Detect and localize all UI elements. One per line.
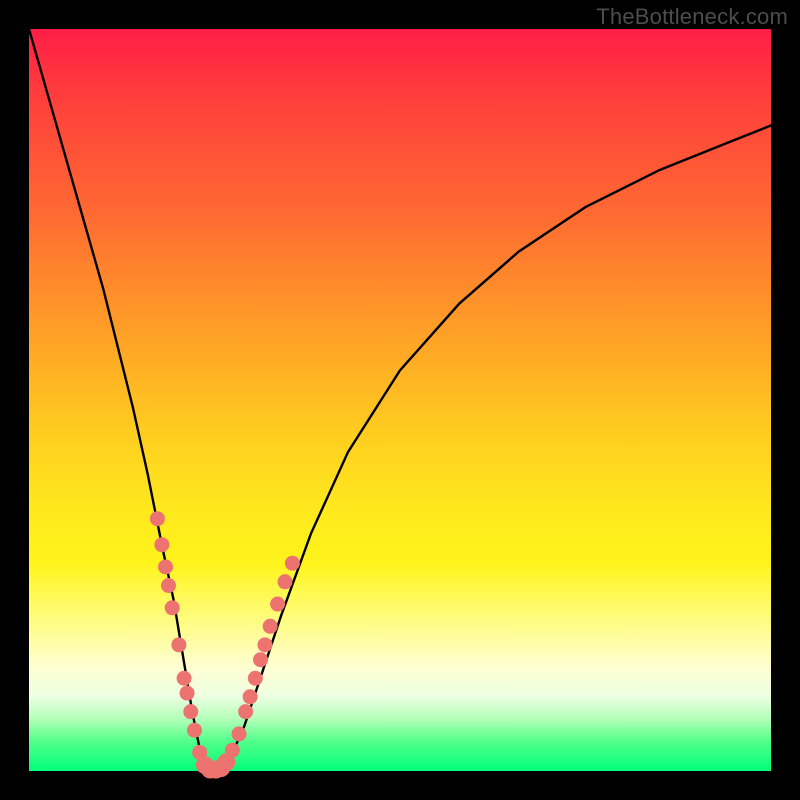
plot-area [29,29,771,771]
curve-marker [150,511,165,526]
curve-marker [154,537,169,552]
curve-marker [270,597,285,612]
bottleneck-curve-svg [29,29,771,771]
curve-marker [243,689,258,704]
curve-marker [187,723,202,738]
watermark-text: TheBottleneck.com [596,4,788,30]
curve-marker [161,578,176,593]
curve-marker [183,704,198,719]
curve-marker [263,619,278,634]
curve-marker [231,726,246,741]
curve-marker [238,704,253,719]
curve-marker [171,637,186,652]
curve-marker [165,600,180,615]
curve-marker [180,686,195,701]
curve-marker [225,743,240,758]
curve-marker [158,559,173,574]
curve-markers [150,511,300,778]
curve-marker [248,671,263,686]
chart-frame: TheBottleneck.com [0,0,800,800]
curve-marker [253,652,268,667]
curve-marker [257,637,272,652]
bottleneck-curve [29,29,771,770]
curve-marker [177,671,192,686]
curve-marker [285,556,300,571]
curve-marker [277,574,292,589]
